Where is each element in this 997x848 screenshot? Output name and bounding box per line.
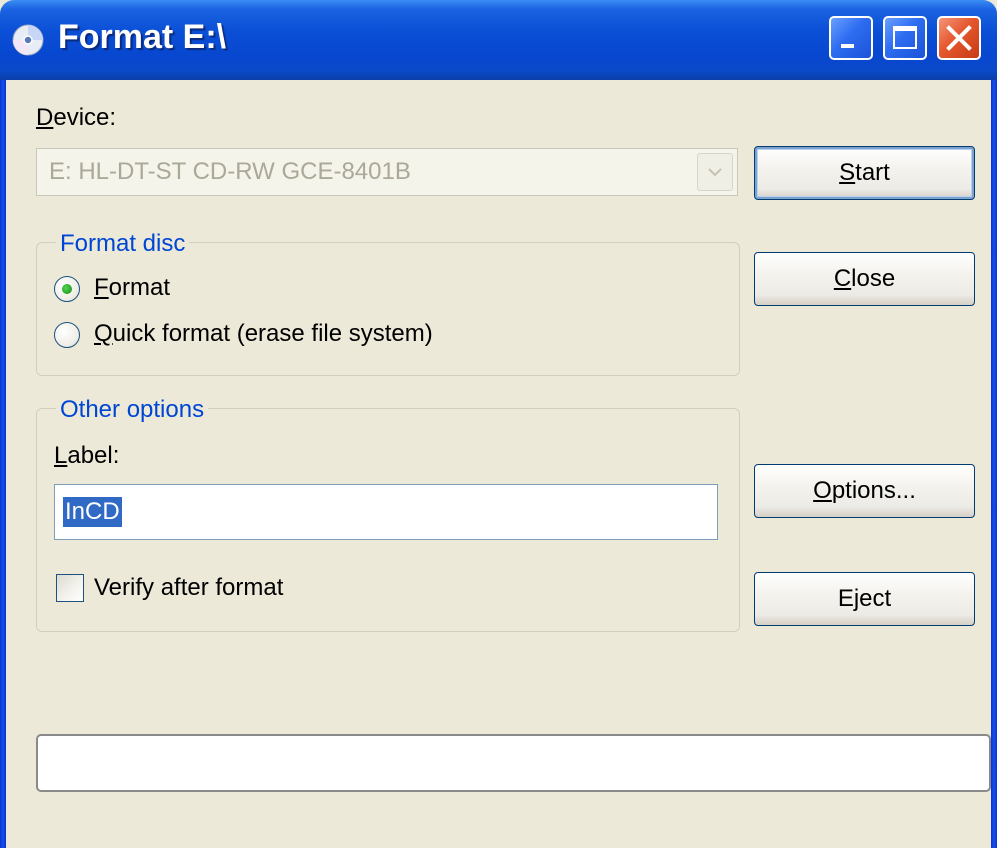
format-text: ormat (108, 274, 171, 301)
close-label: lose (851, 265, 896, 292)
label-caption-text: abel: (67, 442, 120, 469)
close-window-button[interactable] (937, 16, 981, 60)
quick-format-mnemonic: Q (94, 320, 113, 347)
maximize-icon (893, 26, 917, 49)
close-mnemonic: C (833, 265, 852, 292)
other-options-title: Other options (56, 396, 209, 424)
volume-label-value: InCD (63, 497, 122, 527)
format-progress-bar (36, 734, 991, 792)
close-button[interactable]: Close (754, 252, 975, 306)
start-button[interactable]: Start (754, 146, 975, 200)
device-dropdown-value: E: HL-DT-ST CD-RW GCE-8401B (49, 158, 411, 185)
quick-format-radio-label[interactable]: Quick format (erase file system) (94, 320, 433, 348)
disc-icon (12, 24, 44, 56)
window-title: Format E:\ (58, 18, 227, 56)
label-caption: Label: (54, 442, 119, 470)
radio-selected-dot (62, 284, 72, 294)
start-label: tart (855, 159, 890, 186)
volume-label-input[interactable]: InCD (54, 484, 718, 540)
options-label: ptions... (831, 477, 916, 504)
quick-format-text: uick format (erase file system) (112, 320, 433, 347)
minimize-icon (841, 44, 854, 48)
verify-checkbox[interactable] (56, 574, 84, 602)
format-disc-title: Format disc (56, 230, 190, 258)
format-dialog: Format E:\ Device: E: HL-DT-ST CD-RW GCE… (0, 0, 997, 848)
device-label: Device: (36, 104, 116, 132)
window-frame-right (991, 80, 997, 848)
quick-format-radio[interactable] (54, 322, 80, 348)
close-icon (946, 25, 972, 51)
eject-button[interactable]: Eject (754, 572, 975, 626)
start-mnemonic: S (839, 159, 856, 186)
device-dropdown[interactable]: E: HL-DT-ST CD-RW GCE-8401B (36, 148, 738, 196)
options-mnemonic: O (813, 477, 832, 504)
format-disc-group (36, 242, 740, 376)
label-mnemonic: L (54, 442, 68, 469)
verify-checkbox-label[interactable]: Verify after format (94, 574, 283, 602)
options-button[interactable]: Options... (754, 464, 975, 518)
device-label-mnemonic: D (36, 104, 54, 131)
window-frame-left (0, 80, 6, 848)
eject-label-start: E (837, 585, 854, 612)
chevron-down-icon[interactable] (697, 153, 733, 191)
minimize-button[interactable] (829, 16, 873, 60)
format-mnemonic: F (94, 274, 109, 301)
format-radio-label[interactable]: Format (94, 274, 170, 302)
title-bar[interactable]: Format E:\ (0, 0, 997, 80)
maximize-button[interactable] (883, 16, 927, 60)
device-label-text: evice: (53, 104, 117, 131)
eject-label: ect (859, 585, 892, 612)
format-radio[interactable] (54, 276, 80, 302)
